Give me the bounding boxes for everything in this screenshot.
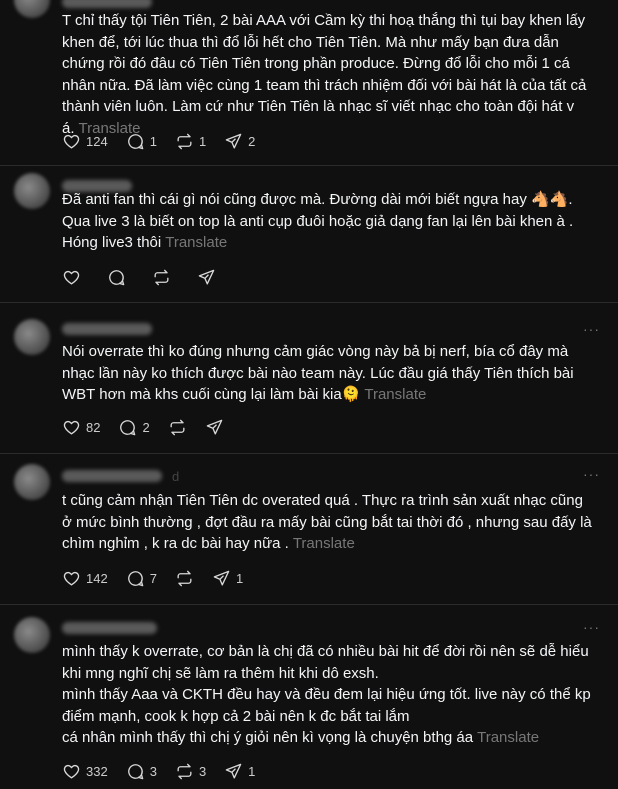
heart-icon [63, 270, 80, 285]
username-blurred[interactable] [62, 0, 152, 8]
timestamp: d [172, 469, 180, 484]
comment-icon [109, 269, 125, 285]
share-button[interactable]: 1 [212, 569, 243, 588]
reply-button[interactable]: 3 [126, 762, 157, 781]
send-icon [225, 133, 242, 149]
reply-button[interactable] [107, 268, 126, 287]
reply-count: 3 [149, 763, 157, 779]
post-text: Đã anti fan thì cái gì nói cũng được mà.… [62, 191, 574, 252]
reply-button[interactable]: 7 [126, 569, 157, 588]
text-line: mình thấy Aaa và CKTH đều hay và đều đem… [62, 686, 591, 725]
repost-icon [154, 269, 169, 285]
share-count: 1 [248, 763, 256, 779]
share-count: 1 [235, 570, 244, 586]
repost-icon [177, 570, 192, 586]
post-actions: 332 3 3 1 [62, 761, 273, 781]
translate-link[interactable]: Translate [293, 535, 355, 552]
send-icon [213, 570, 230, 586]
like-button[interactable] [62, 268, 81, 287]
repost-button[interactable] [152, 268, 171, 287]
repost-count: 1 [198, 133, 207, 149]
like-button[interactable]: 332 [62, 762, 108, 781]
translate-link[interactable]: Translate [477, 729, 539, 746]
post-actions: 124 1 1 2 [62, 131, 273, 151]
more-options-button[interactable]: ··· [583, 619, 600, 635]
repost-button[interactable] [168, 418, 187, 437]
like-button[interactable]: 82 [62, 418, 100, 437]
post-1: T chỉ thấy tội Tiên Tiên, 2 bài AAA với … [0, 0, 618, 160]
username-blurred[interactable] [62, 470, 162, 482]
avatar[interactable] [14, 319, 50, 355]
post-actions: 82 2 [62, 417, 242, 437]
comment-icon [120, 419, 136, 435]
text-line: mình thấy k overrate, cơ bản là chị đã c… [62, 643, 589, 682]
repost-icon [177, 133, 192, 149]
reply-count: 1 [149, 133, 157, 149]
post-text: T chỉ thấy tội Tiên Tiên, 2 bài AAA với … [62, 12, 587, 137]
like-count: 142 [86, 570, 108, 586]
send-icon [206, 419, 223, 435]
post-text: Nói overrate thì ko đúng nhưng cảm giác … [62, 343, 574, 404]
post-text: t cũng cảm nhận Tiên Tiên dc overated qu… [62, 492, 592, 553]
like-button[interactable]: 124 [62, 132, 108, 151]
send-icon [225, 763, 242, 779]
reply-count: 7 [149, 570, 157, 586]
share-button[interactable] [205, 418, 224, 437]
avatar[interactable] [14, 617, 50, 653]
share-button[interactable] [197, 268, 216, 287]
more-options-button[interactable]: ··· [583, 321, 600, 337]
like-count: 332 [86, 763, 108, 779]
reply-button[interactable]: 1 [126, 132, 157, 151]
share-button[interactable]: 1 [224, 762, 255, 781]
heart-icon [63, 420, 80, 435]
like-count: 82 [86, 419, 101, 435]
avatar[interactable] [14, 0, 50, 18]
post-2: Đã anti fan thì cái gì nói cũng được mà.… [0, 166, 618, 301]
post-4: d ··· t cũng cảm nhận Tiên Tiên dc overa… [0, 454, 618, 604]
repost-icon [170, 419, 185, 435]
heart-icon [63, 571, 80, 586]
repost-icon [177, 763, 192, 779]
share-count: 2 [248, 133, 256, 149]
heart-icon [63, 764, 80, 779]
avatar[interactable] [14, 173, 50, 209]
share-button[interactable]: 2 [224, 132, 255, 151]
post-3: ··· Nói overrate thì ko đúng nhưng cảm g… [0, 303, 618, 453]
comment-icon [127, 570, 144, 586]
comment-icon [127, 763, 144, 779]
post-actions: 142 7 1 [62, 568, 261, 588]
username-blurred[interactable] [62, 323, 152, 335]
comment-icon [127, 133, 144, 149]
like-button[interactable]: 142 [62, 569, 108, 588]
translate-link[interactable]: Translate [165, 234, 227, 251]
avatar[interactable] [14, 464, 50, 500]
send-icon [198, 269, 215, 285]
repost-button[interactable]: 3 [175, 762, 206, 781]
post-text: mình thấy k overrate, cơ bản là chị đã c… [62, 641, 596, 749]
reply-button[interactable]: 2 [118, 418, 150, 437]
post-5: ··· mình thấy k overrate, cơ bản là chị … [0, 605, 618, 789]
heart-icon [63, 134, 80, 149]
translate-link[interactable]: Translate [364, 386, 426, 403]
reply-count: 2 [142, 419, 150, 435]
more-options-button[interactable]: ··· [583, 466, 600, 482]
repost-button[interactable] [175, 569, 194, 588]
post-actions [62, 267, 234, 287]
repost-count: 3 [198, 763, 207, 779]
text-line: cá nhân mình thấy thì chị ý giỏi nên kì … [62, 729, 540, 747]
repost-button[interactable]: 1 [175, 132, 206, 151]
username-blurred[interactable] [62, 622, 157, 634]
like-count: 124 [86, 133, 108, 149]
